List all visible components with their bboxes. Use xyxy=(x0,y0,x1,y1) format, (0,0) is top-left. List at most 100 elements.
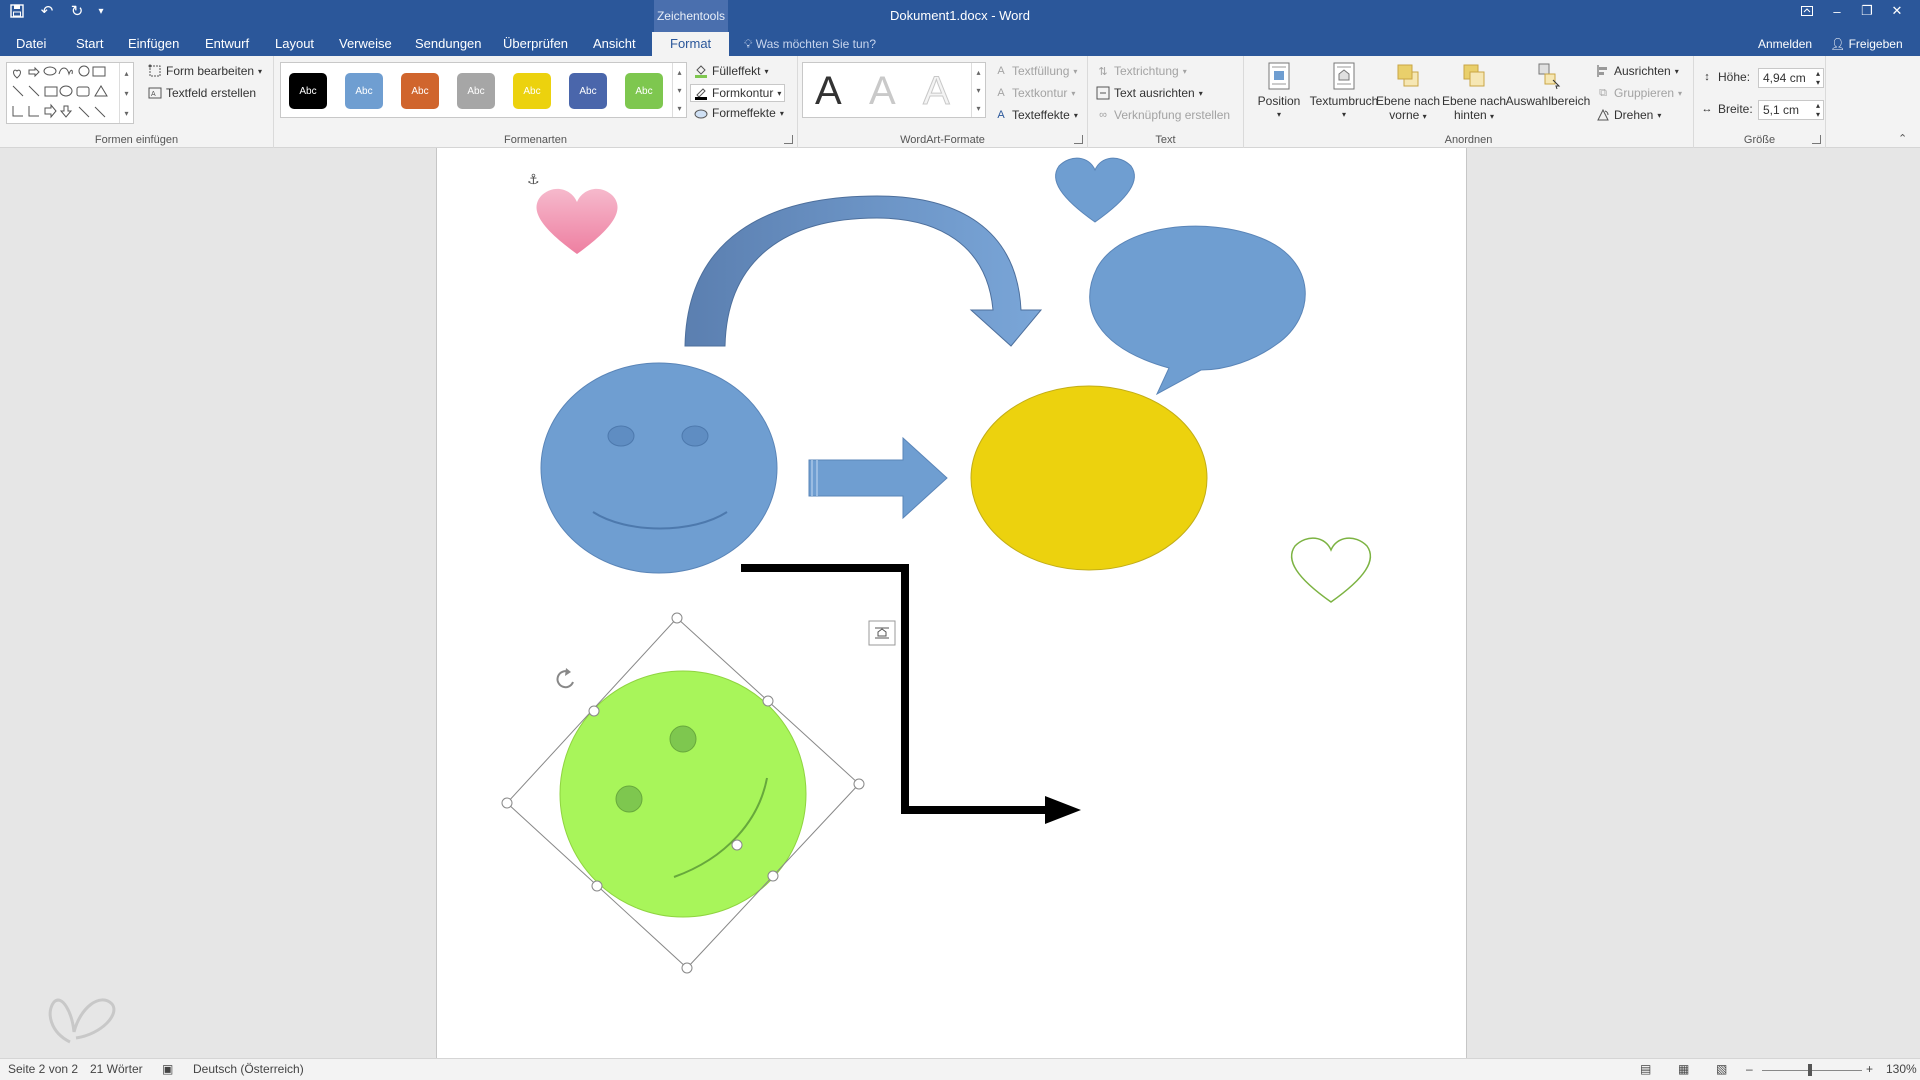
align-button[interactable]: Ausrichten ▾ xyxy=(1596,64,1679,78)
page-count[interactable]: Seite 2 von 2 xyxy=(8,1062,78,1076)
wordart-dialog-launcher[interactable] xyxy=(1074,135,1083,144)
shape-style-swatch[interactable]: Abc xyxy=(569,73,607,109)
web-layout-icon[interactable]: ▧ xyxy=(1716,1062,1727,1076)
text-effects-button[interactable]: A Texteffekte ▾ xyxy=(994,108,1078,122)
tab-mailings[interactable]: Sendungen xyxy=(415,32,482,56)
text-box-button[interactable]: A Textfeld erstellen xyxy=(148,86,256,100)
shape-styles-dialog-launcher[interactable] xyxy=(784,135,793,144)
chevron-down-icon: ▾ xyxy=(1071,88,1076,98)
blue-heart-shape[interactable] xyxy=(1055,157,1135,223)
rotate-handle-icon[interactable] xyxy=(556,670,574,689)
shape-gallery-scroll[interactable]: ▴ ▾ ▾ xyxy=(119,63,133,123)
shape-fill-button[interactable]: Fülleffekt ▾ xyxy=(694,64,768,78)
shape-effects-button[interactable]: Formeffekte ▾ xyxy=(694,106,784,120)
shape-style-swatch[interactable]: Abc xyxy=(401,73,439,109)
ribbon-display-icon[interactable] xyxy=(1792,0,1822,22)
resize-handle[interactable] xyxy=(588,705,600,717)
text-direction-button[interactable]: ⇅ Textrichtung ▾ xyxy=(1096,64,1186,78)
tab-review[interactable]: Überprüfen xyxy=(503,32,568,56)
shape-style-swatch[interactable]: Abc xyxy=(457,73,495,109)
tab-design[interactable]: Entwurf xyxy=(205,32,249,56)
text-outline-button[interactable]: A Textkontur ▾ xyxy=(994,86,1075,100)
send-backward-button[interactable]: Ebene nach hinten ▾ xyxy=(1438,62,1510,124)
wordart-gallery[interactable]: A A A ▴ ▾ ▾ xyxy=(802,62,986,118)
yellow-ellipse-shape[interactable] xyxy=(970,385,1208,571)
wordart-style-outline[interactable]: A xyxy=(923,69,951,114)
anchor-icon[interactable]: ⚓ xyxy=(527,172,540,188)
resize-handle[interactable] xyxy=(671,612,683,624)
text-fill-button[interactable]: A Textfüllung ▾ xyxy=(994,64,1077,78)
blue-smiley-shape[interactable] xyxy=(540,362,778,574)
tab-layout[interactable]: Layout xyxy=(275,32,314,56)
height-field[interactable]: 4,94 cm ▴ ▾ xyxy=(1758,68,1824,88)
adjust-handle[interactable] xyxy=(731,839,743,851)
width-field[interactable]: 5,1 cm ▴ ▾ xyxy=(1758,100,1824,120)
align-text-button[interactable]: Text ausrichten ▾ xyxy=(1096,86,1203,100)
resize-handle[interactable] xyxy=(767,870,779,882)
read-mode-icon[interactable]: ▤ xyxy=(1640,1062,1651,1076)
shape-style-swatch[interactable]: Abc xyxy=(513,73,551,109)
align-icon xyxy=(1596,64,1610,78)
print-layout-icon[interactable]: ▦ xyxy=(1678,1062,1689,1076)
tab-home[interactable]: Start xyxy=(76,32,103,56)
shape-outline-button[interactable]: Formkontur ▾ xyxy=(690,84,786,102)
shape-gallery[interactable]: ▴ ▾ ▾ xyxy=(6,62,134,124)
language-indicator[interactable]: Deutsch (Österreich) xyxy=(193,1062,304,1076)
zoom-out-icon[interactable]: – xyxy=(1746,1062,1753,1076)
restore-icon[interactable]: ❐ xyxy=(1852,0,1882,22)
bring-forward-button[interactable]: Ebene nach vorne ▾ xyxy=(1372,62,1444,124)
collapse-ribbon-icon[interactable]: ⌃ xyxy=(1898,132,1907,145)
butterfly-logo-icon xyxy=(48,998,116,1044)
spinner-icon[interactable]: ▴ ▾ xyxy=(1816,101,1820,119)
resize-handle[interactable] xyxy=(501,797,513,809)
resize-handle[interactable] xyxy=(681,962,693,974)
edit-shape-button[interactable]: Form bearbeiten ▾ xyxy=(148,64,262,78)
group-label-text: Text xyxy=(1155,134,1176,146)
size-dialog-launcher[interactable] xyxy=(1812,135,1821,144)
signin-link[interactable]: Anmelden xyxy=(1758,32,1812,56)
minimize-icon[interactable]: – xyxy=(1822,0,1852,22)
zoom-slider-handle[interactable] xyxy=(1808,1064,1812,1076)
tab-insert[interactable]: Einfügen xyxy=(128,32,179,56)
spinner-icon[interactable]: ▴ ▾ xyxy=(1816,69,1820,87)
curved-arrow-shape[interactable] xyxy=(684,195,1043,347)
word-count[interactable]: 21 Wörter xyxy=(90,1062,143,1076)
tell-me-search[interactable]: 💡︎ Was möchten Sie tun? xyxy=(744,32,876,56)
shape-style-swatch[interactable]: Abc xyxy=(289,73,327,109)
tab-view[interactable]: Ansicht xyxy=(593,32,636,56)
resize-handle[interactable] xyxy=(853,778,865,790)
group-label-shape-styles: Formenarten xyxy=(504,134,567,146)
close-icon[interactable]: ✕ xyxy=(1882,0,1912,22)
layout-options-button[interactable] xyxy=(868,620,896,646)
zoom-level[interactable]: 130% xyxy=(1886,1062,1917,1076)
wordart-style-light[interactable]: A xyxy=(869,69,896,114)
rotate-button[interactable]: Drehen ▾ xyxy=(1596,108,1661,122)
wordart-gallery-scroll[interactable]: ▴ ▾ ▾ xyxy=(971,63,985,117)
proofing-icon[interactable]: ▣ xyxy=(162,1062,173,1076)
link-icon: ∞ xyxy=(1099,109,1107,121)
resize-handle[interactable] xyxy=(762,695,774,707)
shape-effects-icon xyxy=(694,106,708,120)
zoom-slider[interactable] xyxy=(1762,1070,1862,1071)
document-page[interactable]: ⚓ xyxy=(436,148,1467,1058)
pink-heart-shape[interactable] xyxy=(536,188,618,254)
tab-file[interactable]: Datei xyxy=(16,32,46,56)
wordart-style-dark[interactable]: A xyxy=(815,69,842,114)
group-objects-button[interactable]: ⧉ Gruppieren ▾ xyxy=(1596,86,1682,100)
style-gallery-scroll[interactable]: ▴ ▾ ▾ xyxy=(672,63,686,117)
chevron-down-icon: ▾ xyxy=(764,66,769,76)
create-link-button[interactable]: ∞ Verknüpfung erstellen xyxy=(1096,108,1230,122)
shape-style-gallery[interactable]: Abc Abc Abc Abc Abc Abc Abc ▴ ▾ ▾ xyxy=(280,62,687,118)
block-arrow-shape[interactable] xyxy=(808,436,948,520)
shape-style-swatch[interactable]: Abc xyxy=(625,73,663,109)
tab-references[interactable]: Verweise xyxy=(339,32,392,56)
selection-pane-button[interactable]: Auswahlbereich xyxy=(1504,62,1592,108)
green-outline-heart-shape[interactable] xyxy=(1290,537,1372,603)
speech-bubble-shape[interactable] xyxy=(1089,225,1306,396)
shape-style-swatch[interactable]: Abc xyxy=(345,73,383,109)
resize-handle[interactable] xyxy=(591,880,603,892)
height-label: ↕ Höhe: xyxy=(1700,70,1750,84)
zoom-in-icon[interactable]: + xyxy=(1866,1062,1873,1076)
tab-format[interactable]: Format xyxy=(652,32,730,56)
share-button[interactable]: 👤︎ Freigeben xyxy=(1830,32,1903,56)
